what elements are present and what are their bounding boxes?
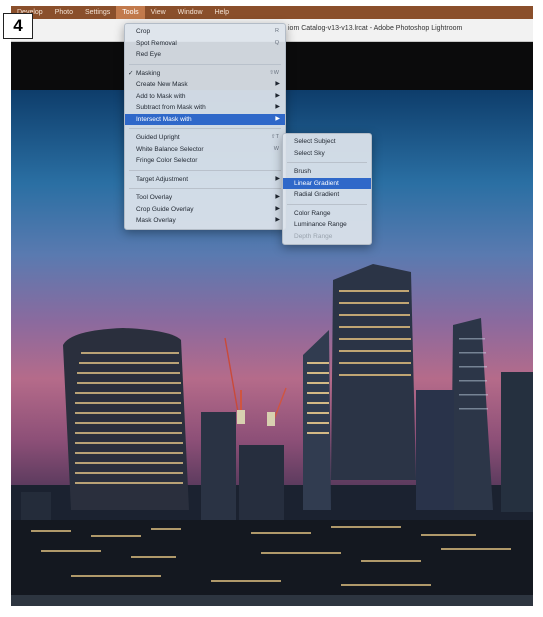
menubar-view[interactable]: View	[145, 6, 172, 19]
menu-item-red-eye[interactable]: Red Eye	[125, 49, 285, 61]
menu-item-luminance-range[interactable]: Luminance Range	[283, 219, 371, 231]
menu-separator	[287, 162, 367, 163]
menu-item-label: Guided Upright	[136, 134, 180, 141]
menu-separator	[129, 128, 281, 129]
menu-separator	[129, 188, 281, 189]
menu-item-radial-gradient[interactable]: Radial Gradient	[283, 189, 371, 201]
menubar-window[interactable]: Window	[172, 6, 209, 19]
menu-item-guided-upright[interactable]: Guided Upright ⇧T	[125, 132, 285, 144]
submenu-arrow-icon: ▶	[275, 81, 280, 87]
menu-item-label: Target Adjustment	[136, 175, 189, 183]
menu-separator	[129, 169, 281, 171]
submenu-arrow-icon: ▶	[275, 115, 280, 122]
menu-item-masking[interactable]: ✓ Masking ⇧W	[125, 68, 285, 80]
menu-item-add-to-mask-with[interactable]: Add to Mask with ▶	[125, 91, 285, 103]
menu-item-label: Add to Mask with	[136, 92, 186, 100]
lightroom-window: DevelopPhotoSettingsToolsViewWindowHelp …	[11, 6, 533, 606]
submenu-arrow-icon: ▶	[275, 205, 280, 212]
window-title: iom Catalog-v13-v13.lrcat - Adobe Photos…	[288, 25, 463, 32]
menu-item-label: Brush	[294, 168, 311, 175]
menu-separator	[287, 203, 367, 205]
menu-item-crop[interactable]: Crop R	[125, 26, 285, 38]
menu-item-spot-removal[interactable]: Spot Removal Q	[125, 38, 285, 50]
submenu-arrow-icon: ▶	[275, 104, 280, 110]
menu-item-label: Radial Gradient	[294, 191, 340, 198]
menu-item-fringe-color-selector[interactable]: Fringe Color Selector	[125, 155, 285, 167]
menu-item-select-sky[interactable]: Select Sky	[283, 148, 371, 160]
menubar-help[interactable]: Help	[209, 6, 235, 19]
menu-item-brush[interactable]: Brush	[283, 166, 371, 178]
menu-item-shortcut: ⇧W	[269, 69, 279, 76]
menu-item-linear-gradient[interactable]: Linear Gradient	[283, 177, 371, 189]
menu-item-label: Color Range	[294, 209, 331, 217]
menu-item-subtract-from-mask-with[interactable]: Subtract from Mask with ▶	[125, 102, 285, 114]
menu-item-label: Intersect Mask with	[136, 115, 192, 123]
menu-item-label: Spot Removal	[136, 39, 177, 47]
menu-item-label: Select Sky	[294, 149, 325, 157]
menu-item-label: Fringe Color Selector	[136, 157, 198, 164]
menu-item-mask-overlay[interactable]: Mask Overlay ▶	[125, 215, 285, 227]
menu-separator	[129, 63, 281, 65]
menu-item-label: Luminance Range	[294, 221, 347, 228]
menu-item-label: Select Subject	[294, 138, 336, 145]
menu-item-label: Tool Overlay	[136, 194, 173, 201]
menu-item-label: Depth Range	[294, 232, 333, 240]
menu-item-label: Crop Guide Overlay	[136, 205, 194, 213]
menu-item-depth-range: Depth Range	[283, 231, 371, 243]
menu-item-target-adjustment[interactable]: Target Adjustment ▶	[125, 174, 285, 186]
menu-item-shortcut: W	[273, 145, 279, 152]
menu-item-shortcut: Q	[274, 39, 279, 46]
menu-item-white-balance-selector[interactable]: White Balance Selector W	[125, 144, 285, 156]
menu-item-select-subject[interactable]: Select Subject	[283, 136, 371, 148]
menu-item-intersect-mask-with[interactable]: Intersect Mask with ▶	[125, 113, 285, 125]
checkmark-icon: ✓	[128, 69, 134, 77]
tools-menu: Crop R Spot Removal Q Red Eye ✓ Masking ⇧W Creat…	[124, 23, 286, 230]
menu-item-color-range[interactable]: Color Range	[283, 208, 371, 220]
submenu-arrow-icon: ▶	[275, 175, 280, 182]
menu-item-shortcut: ⇧T	[271, 134, 279, 140]
menu-item-crop-guide-overlay[interactable]: Crop Guide Overlay ▶	[125, 204, 285, 216]
menubar-photo[interactable]: Photo	[49, 6, 79, 19]
intersect-mask-submenu: Select Subject Select Sky Brush Linear Grad…	[282, 133, 372, 245]
menu-item-label: Linear Gradient	[294, 179, 339, 187]
submenu-arrow-icon: ▶	[275, 194, 280, 200]
menu-item-tool-overlay[interactable]: Tool Overlay ▶	[125, 192, 285, 204]
menu-item-label: Crop	[136, 28, 151, 35]
menu-item-label: White Balance Selector	[136, 145, 204, 153]
menu-item-label: Subtract from Mask with	[136, 104, 206, 111]
menu-item-label: Red Eye	[136, 51, 161, 58]
step-number-badge: 4	[3, 13, 33, 39]
menu-item-label: Masking	[136, 69, 161, 77]
menu-item-label: Mask Overlay	[136, 217, 176, 224]
menu-bar: DevelopPhotoSettingsToolsViewWindowHelp	[11, 6, 533, 19]
menu-item-label: Create New Mask	[136, 81, 188, 88]
menubar-settings[interactable]: Settings	[79, 6, 116, 19]
menu-item-shortcut: R	[275, 28, 279, 34]
menu-item-create-new-mask[interactable]: Create New Mask ▶	[125, 79, 285, 91]
submenu-arrow-icon: ▶	[275, 217, 280, 223]
menubar-tools[interactable]: Tools	[116, 6, 145, 19]
submenu-arrow-icon: ▶	[275, 92, 280, 99]
